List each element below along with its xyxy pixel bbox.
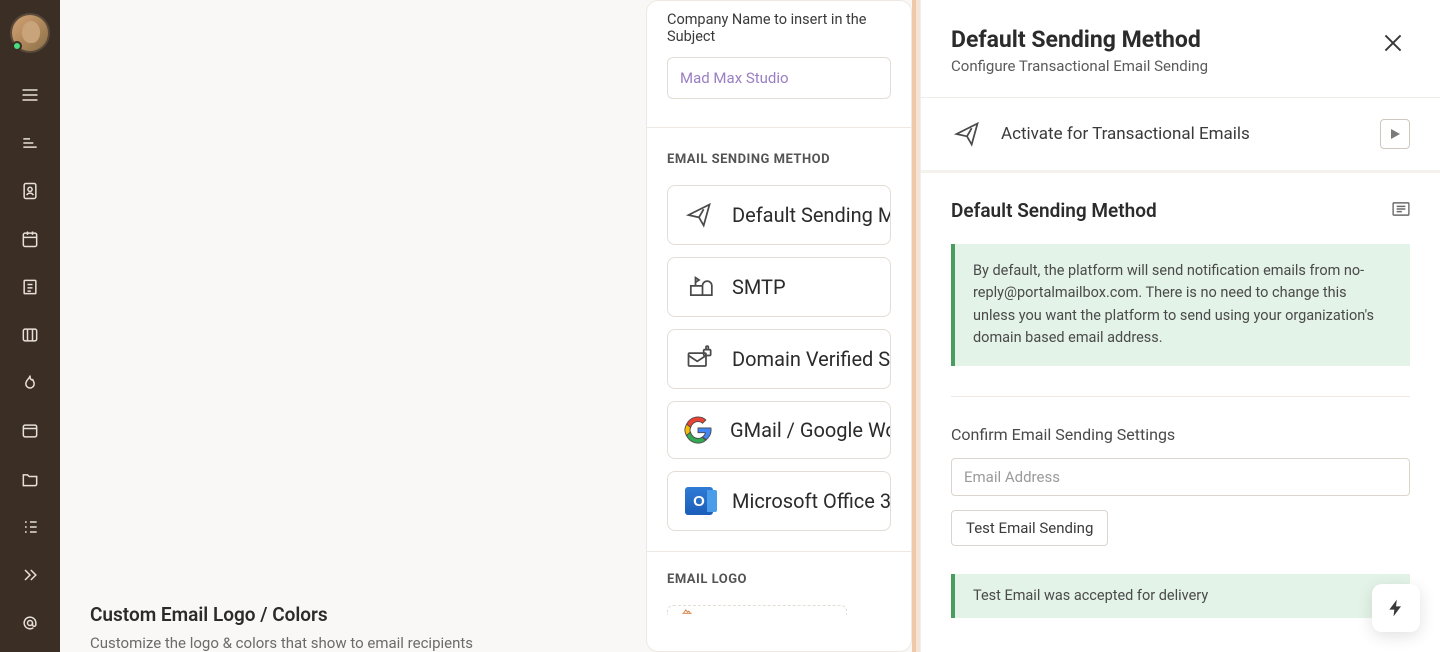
sidebar-item-fire[interactable] xyxy=(0,359,60,407)
test-email-button[interactable]: Test Email Sending xyxy=(951,510,1108,546)
document-icon xyxy=(20,277,40,297)
play-icon xyxy=(1389,128,1401,140)
method-smtp[interactable]: SMTP xyxy=(667,257,891,317)
at-icon xyxy=(20,613,40,633)
forward-icon xyxy=(20,565,40,585)
sidebar-item-tasks[interactable] xyxy=(0,503,60,551)
mailbox-icon xyxy=(684,272,714,302)
sidebar-item-list[interactable] xyxy=(0,119,60,167)
sidebar-item-forward[interactable] xyxy=(0,551,60,599)
email-method-header: EMAIL SENDING METHOD xyxy=(667,152,891,167)
sidebar-item-contacts[interactable] xyxy=(0,167,60,215)
activate-label: Activate for Transactional Emails xyxy=(1001,124,1362,144)
company-name-input[interactable] xyxy=(667,57,891,99)
close-button[interactable] xyxy=(1376,26,1410,64)
paper-plane-icon xyxy=(684,200,714,230)
document-icon xyxy=(1392,202,1410,216)
status-message: Test Email was accepted for delivery xyxy=(951,574,1410,618)
panel-body-title: Default Sending Method xyxy=(951,199,1157,222)
fab-lightning[interactable] xyxy=(1372,584,1420,632)
sidebar-item-menu[interactable] xyxy=(0,71,60,119)
test-email-input[interactable] xyxy=(951,458,1410,496)
method-label: Microsoft Office 365 xyxy=(732,489,891,513)
envelope-lock-icon xyxy=(684,344,714,374)
fire-icon xyxy=(20,373,40,393)
confirm-label: Confirm Email Sending Settings xyxy=(951,425,1410,444)
board-icon xyxy=(20,325,40,345)
left-content: Custom Email Logo / Colors Customize the… xyxy=(60,0,646,652)
sidebar xyxy=(0,0,60,652)
sidebar-item-document[interactable] xyxy=(0,263,60,311)
method-label: Domain Verified Sending xyxy=(732,347,891,371)
email-logo-upload[interactable] xyxy=(667,605,847,615)
tasks-icon xyxy=(20,517,40,537)
method-default-sending[interactable]: Default Sending Method xyxy=(667,185,891,245)
custom-email-title: Custom Email Logo / Colors xyxy=(90,603,646,626)
method-label: GMail / Google Workspace xyxy=(730,418,891,442)
docs-button[interactable] xyxy=(1392,201,1410,220)
avatar-container[interactable] xyxy=(10,13,50,53)
method-gmail[interactable]: GMail / Google Workspace xyxy=(667,401,891,459)
window-icon xyxy=(20,421,40,441)
activate-button[interactable] xyxy=(1380,119,1410,149)
company-name-label: Company Name to insert in the Subject xyxy=(667,11,891,45)
google-icon xyxy=(684,416,712,444)
sidebar-item-board[interactable] xyxy=(0,311,60,359)
sidebar-item-folder[interactable] xyxy=(0,455,60,503)
method-label: SMTP xyxy=(732,275,786,299)
sidebar-item-at[interactable] xyxy=(0,599,60,647)
close-icon xyxy=(1380,30,1406,56)
sidebar-item-calendar[interactable] xyxy=(0,215,60,263)
folder-icon xyxy=(20,469,40,489)
status-dot-online xyxy=(12,41,22,51)
contacts-icon xyxy=(20,181,40,201)
method-label: Default Sending Method xyxy=(732,203,891,227)
detail-panel: Default Sending Method Configure Transac… xyxy=(920,0,1440,652)
sidebar-item-window[interactable] xyxy=(0,407,60,455)
lightning-icon xyxy=(1386,598,1406,618)
method-office365[interactable]: Microsoft Office 365 xyxy=(667,471,891,531)
settings-card: Company Name to insert in the Subject EM… xyxy=(646,0,912,652)
panel-title: Default Sending Method xyxy=(951,26,1208,53)
info-message: By default, the platform will send notif… xyxy=(951,244,1410,366)
calendar-icon xyxy=(20,229,40,249)
list-icon xyxy=(20,133,40,153)
method-domain-verified[interactable]: Domain Verified Sending xyxy=(667,329,891,389)
email-logo-header: EMAIL LOGO xyxy=(667,572,891,587)
menu-icon xyxy=(20,85,40,105)
panel-subtitle: Configure Transactional Email Sending xyxy=(951,57,1208,75)
outlook-icon xyxy=(684,486,714,516)
custom-email-desc: Customize the logo & colors that show to… xyxy=(90,634,646,652)
paper-plane-icon xyxy=(951,118,983,150)
